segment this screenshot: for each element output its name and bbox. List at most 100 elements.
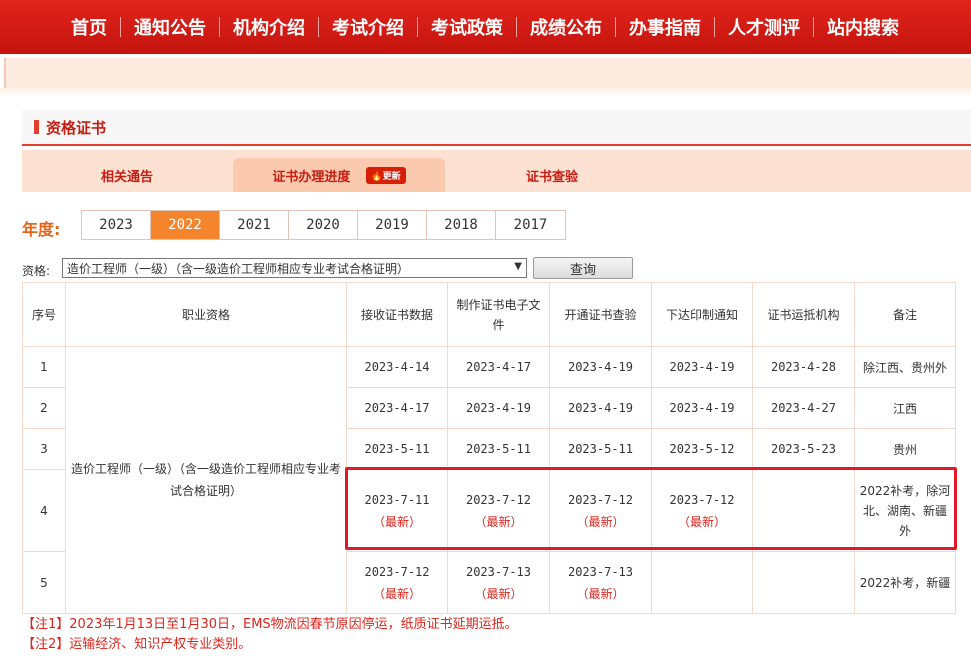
update-badge: 🔥更新 — [366, 166, 406, 184]
column-header: 证书运抵机构 — [752, 282, 855, 347]
column-header: 开通证书查验 — [549, 282, 652, 347]
cell-note: 贵州 — [854, 428, 956, 470]
tab-bar: 相关通告 证书办理进度 🔥更新 证书查验 — [22, 150, 971, 192]
cell-print: 2023-4-19 — [651, 346, 753, 388]
year-2021[interactable]: 2021 — [220, 211, 289, 239]
notes: 【注1】2023年1月13日至1月30日，EMS物流因春节原因停运，纸质证书延期… — [22, 615, 518, 655]
new-tag: （最新） — [576, 586, 625, 601]
row-number: 3 — [22, 428, 66, 470]
nav-site-search[interactable]: 站内搜索 — [814, 14, 912, 40]
column-header: 序号 — [22, 282, 66, 347]
cell-date: 2023-7-13 — [465, 564, 532, 579]
new-tag: （最新） — [474, 514, 523, 529]
cell-note: 江西 — [854, 387, 956, 429]
row-number: 5 — [22, 551, 66, 614]
cell-verify: 2023-4-19 — [549, 346, 652, 388]
new-tag: （最新） — [677, 514, 726, 529]
row-number: 1 — [22, 346, 66, 388]
cell-delivered: 2023-4-27 — [752, 387, 855, 429]
banner-shadow — [0, 88, 971, 98]
note-1: 【注1】2023年1月13日至1月30日，EMS物流因春节原因停运，纸质证书延期… — [22, 617, 518, 632]
tab-certificate-verify[interactable]: 证书查验 — [482, 158, 622, 192]
year-label: 年度: — [22, 220, 61, 239]
chevron-down-icon: ▼ — [514, 261, 522, 272]
cell-verify: 2023-5-11 — [549, 428, 652, 470]
qualification-label: 资格: — [22, 264, 51, 278]
cell-make: 2023-7-13 （最新） — [447, 551, 550, 614]
nav-assessment[interactable]: 人才测评 — [715, 14, 813, 40]
nav-home[interactable]: 首页 — [58, 14, 120, 40]
column-header: 接收证书数据 — [346, 282, 448, 347]
cell-delivered: 2023-4-28 — [752, 346, 855, 388]
nav-exam-intro[interactable]: 考试介绍 — [319, 14, 417, 40]
column-header: 备注 — [854, 282, 956, 347]
query-button[interactable]: 查询 — [533, 257, 633, 279]
column-header: 制作证书电子文件 — [447, 282, 550, 347]
banner-strip — [4, 58, 971, 88]
top-navigation: 首页 通知公告 机构介绍 考试介绍 考试政策 成绩公布 办事指南 人才测评 站内… — [0, 0, 971, 54]
cell-date: 2023-7-12 — [567, 492, 634, 507]
section-header: 资格证书 — [22, 110, 971, 146]
column-header: 下达印制通知 — [651, 282, 753, 347]
table-row: 1 造价工程师（一级）（含一级造价工程师相应专业考试合格证明） 2023-4-1… — [22, 346, 956, 614]
flame-icon: 🔥 — [371, 171, 383, 182]
cell-date: 2023-7-11 — [364, 492, 430, 507]
cell-print: 2023-5-12 — [651, 428, 753, 470]
qualification-cell: 造价工程师（一级）（含一级造价工程师相应专业考试合格证明） — [65, 346, 347, 614]
row-number: 2 — [22, 387, 66, 429]
cell-receive: 2023-4-17 — [346, 387, 448, 429]
cell-verify: 2023-4-19 — [549, 387, 652, 429]
cell-make: 2023-4-17 — [447, 346, 550, 388]
year-2019[interactable]: 2019 — [358, 211, 427, 239]
tab-announcements[interactable]: 相关通告 — [62, 158, 192, 192]
cell-receive: 2023-7-12 （最新） — [346, 551, 448, 614]
tab-certificate-progress[interactable]: 证书办理进度 🔥更新 — [233, 158, 445, 192]
nav-exam-policy[interactable]: 考试政策 — [418, 14, 516, 40]
table-header: 序号 职业资格 接收证书数据 制作证书电子文件 开通证书查验 下达印制通知 证书… — [22, 282, 956, 347]
cell-note: 除江西、贵州外 — [854, 346, 956, 388]
tab-label: 证书查验 — [525, 169, 578, 185]
row-number: 4 — [22, 469, 66, 552]
year-2023[interactable]: 2023 — [82, 211, 151, 239]
progress-table: 序号 职业资格 接收证书数据 制作证书电子文件 开通证书查验 下达印制通知 证书… — [22, 282, 956, 614]
year-2020[interactable]: 2020 — [289, 211, 358, 239]
badge-label: 更新 — [382, 171, 401, 182]
section-marker — [34, 120, 39, 134]
section-title: 资格证书 — [46, 118, 107, 137]
cell-delivered: 2023-5-23 — [752, 428, 855, 470]
year-selector: 2023 2022 2021 2020 2019 2018 2017 — [81, 210, 566, 240]
nav-results[interactable]: 成绩公布 — [517, 14, 615, 40]
new-tag: （最新） — [372, 586, 421, 601]
note-2: 【注2】运输经济、知识产权专业类别。 — [22, 637, 252, 652]
cell-date: 2023-7-12 — [465, 492, 532, 507]
year-2022[interactable]: 2022 — [151, 211, 220, 239]
nav-guide[interactable]: 办事指南 — [616, 14, 714, 40]
cell-delivered — [752, 551, 855, 614]
cell-note: 2022补考，新疆 — [854, 551, 956, 614]
qualification-select[interactable]: 造价工程师（一级）（含一级造价工程师相应专业考试合格证明） ▼ — [62, 258, 527, 278]
nav-notices[interactable]: 通知公告 — [121, 14, 219, 40]
cell-verify: 2023-7-13 （最新） — [549, 551, 652, 614]
nav-about[interactable]: 机构介绍 — [220, 14, 318, 40]
year-2018[interactable]: 2018 — [427, 211, 496, 239]
new-tag: （最新） — [474, 586, 523, 601]
qualification-selected: 造价工程师（一级）（含一级造价工程师相应专业考试合格证明） — [67, 261, 410, 276]
cell-receive: 2023-5-11 — [346, 428, 448, 470]
cell-receive: 2023-4-14 — [346, 346, 448, 388]
column-header: 职业资格 — [65, 282, 347, 347]
cell-print: 2023-7-12 （最新） — [651, 469, 753, 552]
cell-make: 2023-4-19 — [447, 387, 550, 429]
year-2017[interactable]: 2017 — [496, 211, 565, 239]
new-tag: （最新） — [372, 514, 421, 529]
cell-make: 2023-5-11 — [447, 428, 550, 470]
tab-label: 相关通告 — [100, 169, 153, 185]
cell-date: 2023-7-13 — [567, 564, 634, 579]
qualification-text: 造价工程师（一级）（含一级造价工程师相应专业考试合格证明） — [70, 462, 341, 498]
cell-make: 2023-7-12 （最新） — [447, 469, 550, 552]
tab-label: 证书办理进度 — [272, 169, 351, 185]
cell-date: 2023-7-12 — [669, 492, 735, 507]
cell-verify: 2023-7-12 （最新） — [549, 469, 652, 552]
cell-print — [651, 551, 753, 614]
cell-receive: 2023-7-11 （最新） — [346, 469, 448, 552]
cell-print: 2023-4-19 — [651, 387, 753, 429]
